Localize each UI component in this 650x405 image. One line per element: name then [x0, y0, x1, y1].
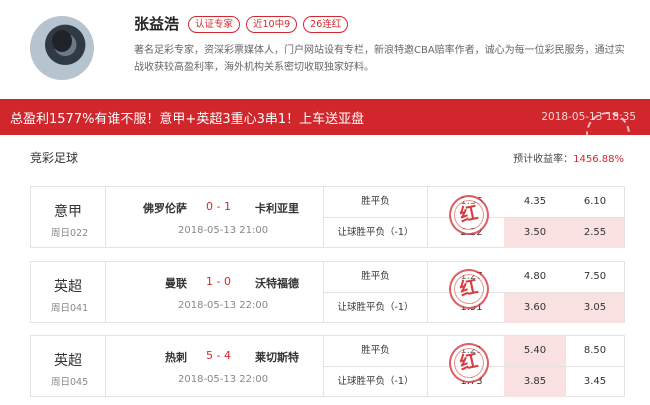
- odds-value[interactable]: 4.35: [504, 187, 566, 217]
- play-type: 让球胜平负（-1）: [324, 367, 428, 397]
- odds-value[interactable]: 3.85: [504, 367, 566, 397]
- match-time: 2018-05-13 21:00: [178, 225, 269, 236]
- avatar[interactable]: [30, 16, 94, 80]
- expected-return: 预计收益率：1456.88%: [513, 150, 624, 165]
- expert-profile: 张益浩 认证专家 近10中9 26连红 著名足彩专家，资深彩票媒体人，门户网站设…: [0, 0, 650, 92]
- match-card[interactable]: 意甲 周日022 佛罗伦萨 0 - 1 卡利亚里 2018-05-13 21:00 胜平负 1…: [30, 186, 625, 248]
- expected-return-label: 预计收益率：: [513, 154, 574, 165]
- match-score: 0 - 1: [206, 200, 231, 213]
- match-teams-cell: 佛罗伦萨 0 - 1 卡利亚里 2018-05-13 21:00: [106, 187, 324, 247]
- home-team: 佛罗伦萨: [143, 202, 187, 215]
- expert-tags: 认证专家 近10中9 26连红: [188, 16, 349, 33]
- play-type: 胜平负: [324, 262, 428, 292]
- tag-recent-record: 近10中9: [246, 16, 298, 33]
- match-card[interactable]: 英超 周日041 曼联 1 - 0 沃特福德 2018-05-13 22:00 胜平负 1.2…: [30, 261, 625, 323]
- play-type: 胜平负: [324, 336, 428, 366]
- odds-value[interactable]: 4.80: [504, 262, 566, 292]
- league-name: 意甲: [54, 204, 82, 220]
- expert-bio: 著名足彩专家，资深彩票媒体人，门户网站设有专栏，新浪特邀CBA赔率作者，诚心为每…: [134, 45, 625, 73]
- match-league-cell: 英超周日041: [31, 262, 106, 322]
- match-teams-cell: 热刺 5 - 4 莱切斯特 2018-05-13 22:00: [106, 336, 324, 396]
- odds-value[interactable]: 7.50: [566, 262, 624, 292]
- odds-value[interactable]: 3.50: [504, 218, 566, 248]
- play-type: 让球胜平负（-1）: [324, 218, 428, 248]
- match-time: 2018-05-13 22:00: [178, 300, 269, 311]
- plan-banner: 总盈利1577%有谁不服！意甲+英超3重心3串1！上车送亚盘 2018-05-1…: [0, 99, 650, 135]
- tag-win-streak: 26连红: [303, 16, 349, 33]
- odds-value[interactable]: 3.45: [566, 367, 624, 397]
- match-score: 1 - 0: [206, 275, 231, 288]
- away-team: 沃特福德: [255, 277, 299, 290]
- away-team: 莱切斯特: [255, 351, 299, 364]
- section-title: 竞彩足球: [30, 151, 79, 165]
- play-type: 让球胜平负（-1）: [324, 293, 428, 323]
- match-number: 周日045: [51, 377, 89, 388]
- plan-title: 总盈利1577%有谁不服！意甲+英超3重心3串1！上车送亚盘: [10, 112, 365, 127]
- home-team: 热刺: [165, 351, 187, 364]
- play-type: 胜平负: [324, 187, 428, 217]
- away-team: 卡利亚里: [255, 202, 299, 215]
- expert-name[interactable]: 张益浩: [134, 13, 179, 34]
- match-score: 5 - 4: [206, 349, 231, 362]
- match-league-cell: 英超周日045: [31, 336, 106, 396]
- match-number: 周日022: [51, 228, 89, 239]
- match-number: 周日041: [51, 303, 89, 314]
- tag-certified: 认证专家: [188, 16, 241, 33]
- league-name: 英超: [54, 279, 82, 295]
- match-card[interactable]: 英超 周日045 热刺 5 - 4 莱切斯特 2018-05-13 22:00 胜平负 1.2…: [30, 335, 625, 397]
- odds-value[interactable]: 3.05: [566, 293, 624, 323]
- league-name: 英超: [54, 353, 82, 369]
- match-teams-cell: 曼联 1 - 0 沃特福德 2018-05-13 22:00: [106, 262, 324, 322]
- match-league-cell: 意甲周日022: [31, 187, 106, 247]
- home-team: 曼联: [165, 277, 187, 290]
- odds-value[interactable]: 5.40: [504, 336, 566, 366]
- expected-return-value: 1456.88%: [573, 154, 624, 165]
- odds-value[interactable]: 3.60: [504, 293, 566, 323]
- odds-value[interactable]: 8.50: [566, 336, 624, 366]
- odds-value[interactable]: 2.55: [566, 218, 624, 248]
- match-time: 2018-05-13 22:00: [178, 374, 269, 385]
- odds-value[interactable]: 6.10: [566, 187, 624, 217]
